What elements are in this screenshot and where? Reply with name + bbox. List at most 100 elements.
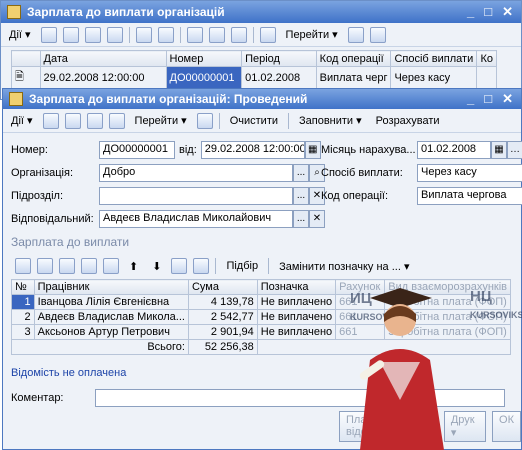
col-method[interactable]: Спосіб виплати xyxy=(390,50,478,67)
document-icon xyxy=(9,92,23,106)
goto-label: Перейти xyxy=(285,29,330,41)
goto-menu[interactable]: Перейти ▾ xyxy=(131,113,191,128)
actions-menu[interactable]: Дії ▾ xyxy=(7,113,37,128)
row-mark: Не виплачено xyxy=(256,294,337,310)
back-icon[interactable] xyxy=(42,112,59,129)
grid-toolbar: ⬆ ⬇ Підбір Замінити позначку на ... ▾ xyxy=(11,254,511,278)
add-icon[interactable] xyxy=(40,26,57,43)
calendar-icon[interactable]: ▦ xyxy=(304,141,321,159)
end-edit-icon[interactable] xyxy=(103,258,119,274)
copy-row-icon[interactable] xyxy=(37,258,53,274)
select-icon[interactable]: ... xyxy=(293,164,309,182)
document-row-icon: 🗎 xyxy=(11,66,41,89)
col-date[interactable]: Дата xyxy=(39,50,167,67)
goto-menu[interactable]: Перейти ▾ xyxy=(282,27,342,42)
month-row: Місяць нарахува... 01.02.2008 ▦ … xyxy=(321,141,522,159)
filter-off-icon[interactable] xyxy=(208,26,225,43)
row-mark: Не виплачено xyxy=(256,324,337,340)
maximize-icon[interactable]: □ xyxy=(484,91,492,107)
structure-icon[interactable] xyxy=(108,112,125,129)
responsible-field[interactable]: Авдеєв Владислав Миколайович xyxy=(99,210,293,228)
organization-label: Організація: xyxy=(11,167,73,179)
actions-menu[interactable]: Дії ▾ xyxy=(5,27,35,42)
close-icon[interactable]: ✕ xyxy=(502,91,513,107)
row-sum: 2 901,94 xyxy=(187,324,258,340)
edit-row-icon[interactable] xyxy=(59,258,75,274)
filter-icon[interactable] xyxy=(186,26,203,43)
document-list: Дата Номер Період Код операції Спосіб ви… xyxy=(11,50,497,89)
month-field[interactable]: 01.02.2008 xyxy=(417,141,491,159)
method-field[interactable]: Через касу xyxy=(417,164,522,182)
clear-icon[interactable]: ✕ xyxy=(309,210,325,228)
row-employee: Аксьонов Артур Петрович xyxy=(33,324,189,340)
col-no[interactable]: № xyxy=(11,279,35,295)
list-row[interactable]: 🗎 29.02.2008 12:00:00 ДО00000001 01.02.2… xyxy=(11,66,497,89)
row-period: 01.02.2008 xyxy=(241,66,317,89)
col-employee[interactable]: Працівник xyxy=(33,279,189,295)
edit-icon[interactable] xyxy=(84,26,101,43)
row-no: 1 xyxy=(11,294,35,310)
payment-status-link[interactable]: Відомість не оплачена xyxy=(11,367,126,379)
sort-icon[interactable] xyxy=(230,26,247,43)
select-icon[interactable]: ... xyxy=(293,210,309,228)
number-label: Номер: xyxy=(11,144,48,156)
col-icon xyxy=(11,50,41,67)
select-icon[interactable]: ... xyxy=(293,187,309,205)
department-row: Підрозділ: ... ✕ xyxy=(11,187,325,205)
search-icon[interactable] xyxy=(157,26,174,43)
fill-menu[interactable]: Заповнити ▾ xyxy=(295,113,366,128)
col-period[interactable]: Період xyxy=(241,50,317,67)
divider xyxy=(218,112,220,129)
replace-mark-label: Замінити позначку на ... xyxy=(279,260,401,273)
post-icon[interactable] xyxy=(259,26,276,43)
fill-label: Заповнити xyxy=(299,115,354,127)
move-up-icon[interactable]: ⬆ xyxy=(125,259,142,274)
col-operation[interactable]: Код операції xyxy=(315,50,392,67)
copy-icon[interactable] xyxy=(62,26,79,43)
comment-label: Коментар: xyxy=(11,392,64,404)
col-sum[interactable]: Сума xyxy=(187,279,258,295)
row-date: 29.02.2008 12:00:00 xyxy=(39,66,167,89)
organization-row: Організація: Добро ... ⌕ xyxy=(11,164,325,182)
divider xyxy=(252,26,254,43)
calculate-button[interactable]: Розрахувати xyxy=(372,114,444,128)
maximize-icon[interactable]: □ xyxy=(484,4,492,20)
move-down-icon[interactable]: ⬇ xyxy=(148,259,165,274)
post-icon[interactable] xyxy=(86,112,103,129)
number-field[interactable]: ДО00000001 xyxy=(99,141,175,159)
replace-mark-menu[interactable]: Замінити позначку на ... ▾ xyxy=(275,259,413,274)
col-ko[interactable]: Ко xyxy=(476,50,497,67)
ok-button[interactable]: ОК xyxy=(492,411,521,442)
date-field[interactable]: 29.02.2008 12:00:00 xyxy=(200,141,305,159)
refresh-icon[interactable] xyxy=(347,26,364,43)
col-mark[interactable]: Позначка xyxy=(256,279,337,295)
add-row-icon[interactable] xyxy=(15,258,31,274)
organization-field[interactable]: Добро xyxy=(99,164,293,182)
select-button[interactable]: Підбір xyxy=(222,259,262,273)
operation-field[interactable]: Виплата чергова xyxy=(417,187,522,205)
calendar-icon[interactable]: ▦ xyxy=(491,141,507,159)
background-window-title: Зарплата до виплати організацій xyxy=(27,5,225,19)
minimize-icon[interactable]: _ xyxy=(467,4,474,20)
sort-desc-icon[interactable] xyxy=(193,258,210,274)
minimize-icon[interactable]: _ xyxy=(467,91,474,107)
hierarchy-icon[interactable] xyxy=(135,26,152,43)
delete-row-icon[interactable] xyxy=(81,258,97,274)
divider xyxy=(215,258,217,274)
row-method: Через касу xyxy=(390,66,478,89)
sort-asc-icon[interactable] xyxy=(171,258,188,274)
col-number[interactable]: Номер xyxy=(165,50,243,67)
goto-label: Перейти xyxy=(134,115,179,127)
delete-icon[interactable] xyxy=(106,26,123,43)
help-icon[interactable] xyxy=(196,112,213,129)
number-row: Номер: ДО00000001 від: 29.02.2008 12:00:… xyxy=(11,141,321,159)
watermark-right-text: НЦ xyxy=(470,288,492,305)
clear-button[interactable]: Очистити xyxy=(226,114,282,128)
department-field[interactable] xyxy=(99,187,293,205)
more-icon[interactable]: … xyxy=(507,141,522,159)
help-icon[interactable] xyxy=(369,26,386,43)
save-icon[interactable] xyxy=(64,112,81,129)
row-mark: Не виплачено xyxy=(256,309,337,325)
list-header: Дата Номер Період Код операції Спосіб ви… xyxy=(11,50,497,67)
close-icon[interactable]: ✕ xyxy=(502,4,513,20)
